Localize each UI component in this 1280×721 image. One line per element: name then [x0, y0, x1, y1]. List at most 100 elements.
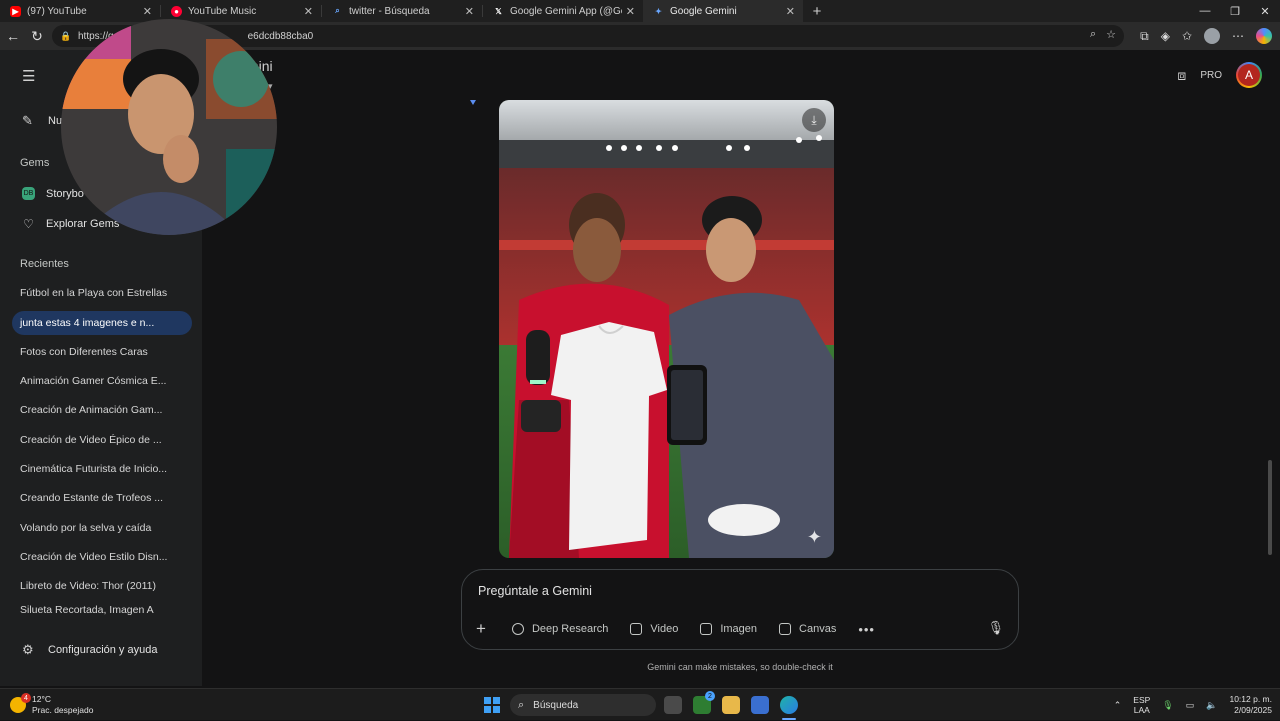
clock[interactable]: 10:12 p. m. 2/09/2025 — [1229, 694, 1272, 716]
recent-chat-item[interactable]: Libreto de Video: Thor (2011) — [12, 574, 192, 598]
copilot-icon[interactable] — [1256, 28, 1272, 44]
close-window-icon[interactable]: ✕ — [1250, 0, 1280, 22]
tab-label: twitter - Búsqueda — [349, 5, 430, 17]
browser-extensions: ⧉ ◈ ✩ ⋯ — [1140, 22, 1272, 50]
more-options-icon[interactable]: ⋯ — [1232, 29, 1244, 43]
canvas-button[interactable]: Canvas — [779, 623, 836, 635]
favorite-star-icon[interactable]: ☆ — [1106, 28, 1116, 41]
generated-image[interactable]: ⤓ ✦ — [499, 100, 834, 558]
browser-tabstrip: ▶ (97) YouTube ✕ ● YouTube Music ✕ ⌕ twi… — [0, 0, 1280, 22]
gem-storybook[interactable]: DB Storybo — [22, 187, 84, 200]
extensions-icon[interactable]: ⧉ — [1140, 29, 1149, 44]
hamburger-icon[interactable]: ☰ — [22, 67, 35, 85]
download-icon[interactable]: ⤓ — [802, 108, 826, 132]
tab-label: (97) YouTube — [27, 5, 87, 17]
recent-chat-item-active[interactable]: junta estas 4 imagenes e n... — [12, 311, 192, 335]
system-tray: ⌃ ESP LAA 🎙 ▭ 🔈 10:12 p. m. 2/09/2025 — [1114, 689, 1272, 721]
edit-icon: ✎ — [22, 113, 33, 128]
explore-gems-button[interactable]: ♡ Explorar Gems — [22, 216, 119, 231]
weather-alert-badge: 4 — [21, 693, 31, 703]
restore-icon[interactable]: ❐ — [1220, 0, 1250, 22]
recent-chat-item[interactable]: Fútbol en la Playa con Estrellas — [12, 281, 192, 305]
settings-help-button[interactable]: ⚙ Configuración y ayuda — [22, 642, 157, 658]
file-explorer-icon[interactable] — [722, 696, 740, 714]
avatar[interactable]: A — [1236, 62, 1262, 88]
tool-label: Canvas — [799, 623, 837, 635]
close-icon[interactable]: ✕ — [786, 5, 795, 18]
recent-chat-item[interactable]: Silueta Recortada, Imagen A — [12, 604, 192, 618]
video-icon — [630, 623, 643, 635]
lang-code: ESP — [1133, 695, 1151, 705]
task-view-icon[interactable] — [664, 696, 682, 714]
lock-icon: 🔒 — [60, 30, 72, 41]
recent-section-title: Recientes — [20, 258, 69, 270]
scrollbar[interactable] — [1268, 460, 1272, 555]
tab-gemini-x[interactable]: 𝕏 Google Gemini App (@GeminiAp ✕ — [483, 0, 643, 22]
image-button[interactable]: Imagen — [700, 623, 757, 635]
windows-start-icon[interactable] — [484, 697, 500, 713]
disclaimer-text: Gemini can make mistakes, so double-chec… — [647, 662, 833, 672]
xbox-icon[interactable]: 2 — [693, 691, 715, 714]
avatar-letter: A — [1238, 64, 1260, 86]
network-icon[interactable]: ▭ — [1186, 700, 1195, 711]
close-icon[interactable]: ✕ — [143, 5, 152, 18]
response-marker-icon — [470, 100, 476, 105]
add-attachment-icon[interactable]: + — [476, 619, 486, 639]
webcam-overlay — [61, 19, 277, 235]
mic-icon[interactable]: 🎙 — [987, 620, 1004, 636]
canvas-icon — [779, 623, 792, 635]
browser-essentials-icon[interactable]: ◈ — [1161, 29, 1170, 43]
close-icon[interactable]: ✕ — [465, 5, 474, 18]
search-icon: ⌕ — [335, 6, 340, 15]
taskbar-search[interactable]: ⌕ Búsqueda — [510, 694, 656, 716]
prompt-input[interactable]: Pregúntale a Gemini — [478, 584, 592, 598]
chevron-up-icon[interactable]: ⌃ — [1114, 700, 1122, 711]
volume-icon[interactable]: 🔈 — [1206, 700, 1217, 711]
favorites-icon[interactable]: ✩ — [1182, 29, 1192, 43]
youtube-icon: ▶ — [10, 5, 21, 17]
composer-toolbar: + Deep Research Video Imagen Canvas ••• — [476, 619, 875, 639]
recent-chat-item[interactable]: Cinemática Futurista de Inicio... — [12, 457, 192, 481]
deep-research-button[interactable]: Deep Research — [511, 623, 609, 635]
mic-tray-icon[interactable]: 🎙 — [1162, 700, 1173, 711]
back-arrow-icon[interactable]: ← — [0, 22, 26, 50]
gemini-sparkle-icon: ✦ — [655, 6, 662, 16]
microsoft-store-icon[interactable] — [751, 696, 769, 714]
pro-badge: PRO — [1200, 69, 1222, 81]
language-indicator[interactable]: ESP LAA — [1133, 695, 1150, 715]
tab-youtube-music[interactable]: ● YouTube Music ✕ — [161, 0, 321, 22]
gem-sparkle-add-icon: ♡ — [23, 216, 34, 231]
weather-widget[interactable]: 4 12°C Prac. despejado — [10, 693, 94, 716]
more-tools-icon[interactable]: ••• — [858, 622, 875, 637]
weather-condition: Prac. despejado — [32, 705, 94, 715]
tab-youtube[interactable]: ▶ (97) YouTube ✕ — [0, 0, 160, 22]
generated-image-graphic — [499, 100, 834, 558]
close-icon[interactable]: ✕ — [304, 5, 313, 18]
tab-label: Google Gemini — [670, 5, 737, 17]
recent-chat-item[interactable]: Volando por la selva y caída — [12, 516, 192, 540]
temporary-chat-icon[interactable]: ⧈ — [1177, 67, 1186, 84]
new-chat-button[interactable]: ✎ Nu — [22, 113, 62, 129]
video-button[interactable]: Video — [630, 623, 678, 635]
recent-chat-item[interactable]: Creación de Video Estilo Disn... — [12, 545, 192, 569]
new-tab-button[interactable]: + — [803, 0, 831, 22]
profile-icon[interactable] — [1204, 28, 1220, 44]
recent-chat-item[interactable]: Creación de Video Épico de ... — [12, 428, 192, 452]
recent-chat-item[interactable]: Creación de Animación Gam... — [12, 398, 192, 422]
close-icon[interactable]: ✕ — [626, 5, 635, 18]
recent-chat-item[interactable]: Animación Gamer Cósmica E... — [12, 369, 192, 393]
reload-icon[interactable]: ↻ — [24, 22, 50, 50]
xbox-badge: 2 — [705, 691, 715, 701]
tab-twitter-search[interactable]: ⌕ twitter - Búsqueda ✕ — [322, 0, 482, 22]
zoom-icon[interactable]: ⌕ — [1090, 28, 1096, 41]
gemini-sparkle-watermark-icon: ✦ — [806, 527, 822, 547]
tab-google-gemini[interactable]: ✦ Google Gemini ✕ — [643, 0, 803, 22]
prompt-composer[interactable]: Pregúntale a Gemini + Deep Research Vide… — [461, 569, 1019, 650]
deep-research-icon — [511, 623, 524, 635]
clock-date: 2/09/2025 — [1234, 705, 1272, 715]
minimize-icon[interactable]: — — [1190, 0, 1220, 22]
recent-chat-item[interactable]: Creando Estante de Trofeos ... — [12, 486, 192, 510]
recent-chat-item[interactable]: Fotos con Diferentes Caras — [12, 340, 192, 364]
tool-label: Deep Research — [531, 623, 609, 635]
edge-browser-icon[interactable] — [780, 696, 798, 714]
